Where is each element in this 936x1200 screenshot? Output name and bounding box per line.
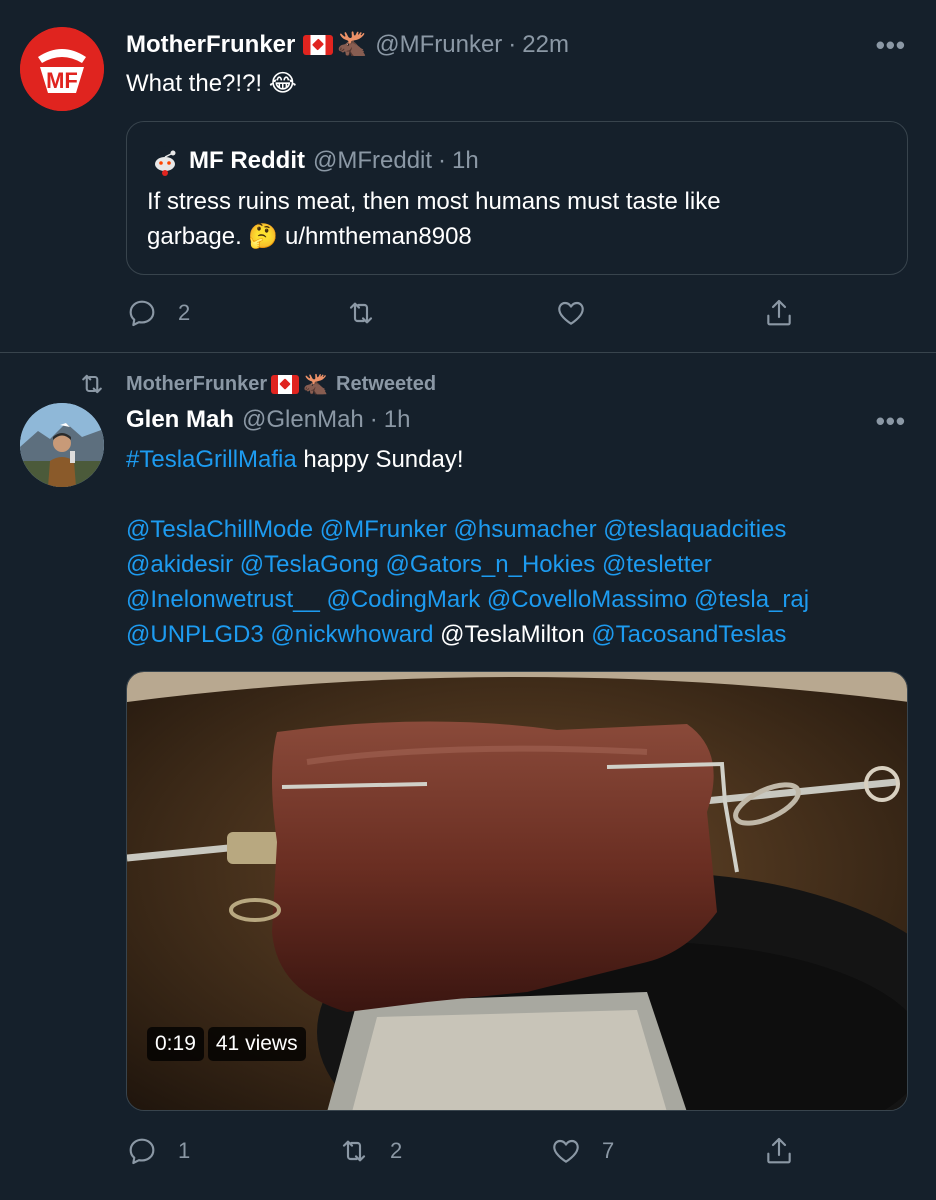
profile-photo xyxy=(20,403,104,487)
tweet-2-text: #TeslaGrillMafia happy Sunday! @TeslaChi… xyxy=(126,442,906,652)
mention-text-plain[interactable]: @TeslaMilton xyxy=(440,621,584,648)
share-icon xyxy=(767,299,791,326)
video-duration: 0:19 xyxy=(147,1027,204,1061)
video-views: 41 views xyxy=(207,1027,306,1061)
mention-link[interactable]: @Gators_n_Hokies xyxy=(386,551,596,578)
reply-icon xyxy=(129,1138,155,1165)
quote-time[interactable]: 1h xyxy=(452,147,479,175)
canada-flag-icon xyxy=(303,34,334,55)
retweet-button[interactable] xyxy=(345,297,377,329)
mentions-line-3: @Inelonwetrust__ @CodingMark @CovelloMas… xyxy=(126,582,906,617)
mentions-line-1: @TeslaChillMode @MFrunker @hsumacher @te… xyxy=(126,512,906,547)
like-button[interactable] xyxy=(555,297,587,329)
reply-count: 2 xyxy=(178,300,191,325)
avatar-glenmah[interactable] xyxy=(20,403,104,487)
tweet-2-header: Glen Mah @GlenMah · 1h xyxy=(126,406,410,434)
share-button[interactable] xyxy=(763,1135,795,1167)
mention-link[interactable]: @tesletter xyxy=(602,551,712,578)
mention-link[interactable]: @Inelonwetrust__ xyxy=(126,586,320,613)
canada-flag-icon xyxy=(271,374,300,394)
mention-link[interactable]: @nickwhoward xyxy=(270,621,433,648)
more-icon[interactable]: ••• xyxy=(876,406,906,437)
retweet-count: 2 xyxy=(390,1138,403,1163)
retweeted-label: Retweeted xyxy=(336,372,437,395)
mention-link[interactable]: @tesla_raj xyxy=(694,586,809,613)
retweeter-name[interactable]: MotherFrunker xyxy=(126,373,267,396)
svg-text:MF: MF xyxy=(46,68,78,93)
moose-icon: 🫎 xyxy=(337,31,368,58)
tweet-2-line-1: #TeslaGrillMafia happy Sunday! xyxy=(126,442,906,477)
mentions-line-2: @akidesir @TeslaGong @Gators_n_Hokies @t… xyxy=(126,547,906,582)
mention-link[interactable]: @CovelloMassimo xyxy=(487,586,687,613)
quote-author-handle[interactable]: @MFreddit xyxy=(313,147,432,175)
separator-dot: · xyxy=(508,30,517,58)
tweet-time[interactable]: 22m xyxy=(522,31,569,59)
mention-link[interactable]: @teslaquadcities xyxy=(603,516,786,543)
reddit-avatar-icon xyxy=(149,145,181,177)
moose-icon: 🫎 xyxy=(303,373,329,396)
reply-button[interactable]: 2 xyxy=(126,297,190,329)
retweet-banner: MotherFrunker 🫎 Retweeted xyxy=(78,370,436,398)
mention-link[interactable]: @TeslaGong xyxy=(240,551,379,578)
author-handle[interactable]: @GlenMah xyxy=(242,406,364,434)
mf-logo-icon: MF xyxy=(20,27,104,111)
tweet-1-actions: 2 xyxy=(126,297,826,337)
quoted-tweet[interactable]: MF Reddit @MFreddit · 1h If stress ruins… xyxy=(126,121,908,275)
mention-link[interactable]: @MFrunker xyxy=(320,516,447,543)
quote-author-name[interactable]: MF Reddit xyxy=(189,147,305,175)
avatar-motherfrunker[interactable]: MF xyxy=(20,27,104,111)
retweet-icon xyxy=(342,1140,366,1162)
quote-text: If stress ruins meat, then most humans m… xyxy=(147,184,721,254)
reply-icon xyxy=(129,300,155,327)
mention-link[interactable]: @hsumacher xyxy=(454,516,597,543)
tweet-time[interactable]: 1h xyxy=(384,406,411,434)
quote-text-line-2: garbage. 🤔 u/hmtheman8908 xyxy=(147,223,472,250)
quote-text-line-1: If stress ruins meat, then most humans m… xyxy=(147,188,721,215)
quote-header: MF Reddit @MFreddit · 1h xyxy=(189,147,479,175)
mentions-line-4: @UNPLGD3 @nickwhoward @TeslaMilton @Taco… xyxy=(126,617,906,652)
mention-link[interactable]: @TeslaChillMode xyxy=(126,516,313,543)
retweet-icon xyxy=(349,302,373,324)
hashtag-link[interactable]: #TeslaGrillMafia xyxy=(126,446,297,473)
like-count: 7 xyxy=(602,1138,615,1163)
share-icon xyxy=(767,1137,791,1164)
share-button[interactable] xyxy=(763,297,795,329)
retweet-button[interactable]: 2 xyxy=(338,1135,402,1167)
tweet-2-line-1-text: happy Sunday! xyxy=(296,446,464,473)
mention-link[interactable]: @TacosandTeslas xyxy=(591,621,786,648)
author-name[interactable]: MotherFrunker xyxy=(126,31,295,59)
retweet-icon xyxy=(82,374,102,394)
tweet-1-text: What the?!?! 😂 xyxy=(126,70,297,97)
tweet-1-header: MotherFrunker 🫎 @MFrunker · 22m xyxy=(126,30,569,59)
author-handle[interactable]: @MFrunker xyxy=(375,31,502,59)
tweet-2-actions: 1 2 7 xyxy=(126,1135,826,1175)
video-player[interactable]: 0:19 41 views xyxy=(126,671,908,1111)
like-icon xyxy=(558,301,584,325)
separator-dot: · xyxy=(369,406,378,433)
like-button[interactable]: 7 xyxy=(550,1135,614,1167)
author-name[interactable]: Glen Mah xyxy=(126,406,234,434)
more-icon[interactable]: ••• xyxy=(876,30,906,61)
mention-link[interactable]: @akidesir xyxy=(126,551,233,578)
separator-dot: · xyxy=(438,147,447,174)
mention-link[interactable]: @UNPLGD3 xyxy=(126,621,264,648)
video-overlay: 0:19 41 views xyxy=(147,1027,306,1061)
reply-button[interactable]: 1 xyxy=(126,1135,190,1167)
reply-count: 1 xyxy=(178,1138,191,1163)
mention-link[interactable]: @CodingMark xyxy=(326,586,480,613)
like-icon xyxy=(553,1139,579,1163)
